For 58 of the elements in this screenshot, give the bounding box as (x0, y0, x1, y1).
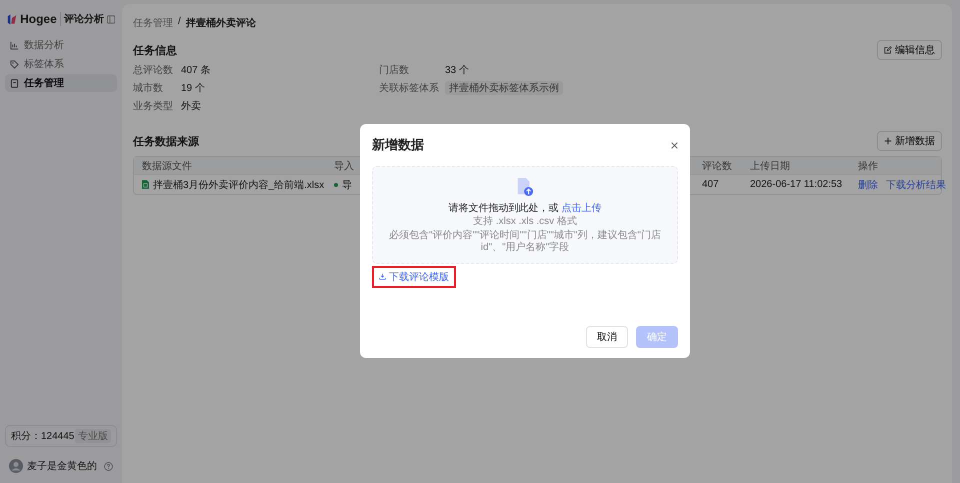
file-drop-zone[interactable]: 请将文件拖动到此处，或 点击上传 支持 .xlsx .xls .csv 格式 必须包含"评价内容""评论时间""门店""城市"列，建议包含"门店id"、"用户名称"字段 (372, 166, 678, 264)
document-icon (10, 78, 19, 88)
download-icon (379, 273, 386, 280)
column-header: 数据源文件 (141, 160, 193, 172)
edit-icon (884, 46, 892, 54)
spreadsheet-file-icon (142, 180, 149, 189)
sidebar-item[interactable]: 任务管理 (5, 74, 117, 92)
product-name: 评论分析 (60, 12, 104, 26)
field-value: 外卖 (181, 100, 201, 112)
field-value: 33 个 (445, 64, 469, 76)
table-cell-text: 2026-06-17 11:02:53 (749, 179, 844, 190)
format-hint: 支持 .xlsx .xls .csv 格式 (473, 216, 577, 228)
breadcrumb-link[interactable]: 任务管理 (133, 16, 173, 30)
action-link[interactable]: 下载分析结果 (886, 178, 946, 192)
field-value: 19 个 (181, 82, 205, 94)
field-label: 城市数 (133, 82, 164, 94)
sidebar-toggle-icon[interactable] (106, 14, 115, 24)
status-dot-icon (334, 182, 338, 186)
column-header: 上传日期 (749, 160, 791, 172)
column-header: 操作 (857, 160, 879, 172)
breadcrumb-separator: / (178, 16, 181, 29)
points-text: 积分：124445 (11, 430, 74, 443)
file-upload-icon (516, 177, 534, 197)
column-hint: 必须包含"评价内容""评论时间""门店""城市"列，建议包含"门店id"、"用户名称"字段 (389, 230, 661, 254)
user-name: 麦子是金黄色的 (27, 460, 98, 473)
help-icon[interactable] (104, 462, 113, 470)
plus-icon (884, 137, 892, 145)
upload-link[interactable]: 点击上传 (561, 203, 602, 214)
edit-info-button[interactable]: 编辑信息 (877, 40, 942, 60)
sidebar-item[interactable]: 数据分析 (5, 36, 117, 54)
drop-prompt: 请将文件拖动到此处，或 点击上传 (448, 202, 602, 215)
tag-chip: 拌壹桶外卖标签体系示例 (445, 80, 563, 94)
field-value: 407 条 (181, 64, 210, 76)
chart-icon (10, 40, 19, 50)
status-text: 导 (342, 178, 352, 192)
avatar-icon[interactable] (9, 459, 23, 473)
cancel-button[interactable]: 取消 (586, 326, 628, 348)
logo-icon (7, 12, 18, 26)
breadcrumb-current: 拌壹桶外卖评论 (186, 16, 256, 30)
download-template-link[interactable]: 下载评论模版 (372, 266, 456, 288)
column-header: 导入 (333, 160, 355, 172)
table-cell-text: 407 (701, 179, 720, 190)
close-icon[interactable] (671, 142, 678, 148)
add-data-button[interactable]: 新增数据 (877, 131, 942, 151)
tag-icon (10, 60, 19, 68)
action-link[interactable]: 删除 (858, 178, 878, 192)
sidebar-item[interactable]: 标签体系 (5, 55, 117, 73)
column-header: 评论数 (701, 160, 733, 172)
brand-logo: Hogee (20, 12, 57, 26)
field-label: 总评论数 (133, 64, 174, 76)
plan-badge: 专业版 (75, 429, 111, 443)
field-label: 业务类型 (133, 100, 174, 112)
section-title: 任务数据来源 (133, 134, 199, 148)
file-name: 拌壹桶3月份外卖评价内容_给前端.xlsx (153, 178, 324, 192)
section-title: 任务信息 (133, 44, 177, 58)
field-label: 门店数 (379, 64, 410, 76)
dialog-title: 新增数据 (372, 136, 424, 154)
field-label: 关联标签体系 (379, 82, 440, 94)
